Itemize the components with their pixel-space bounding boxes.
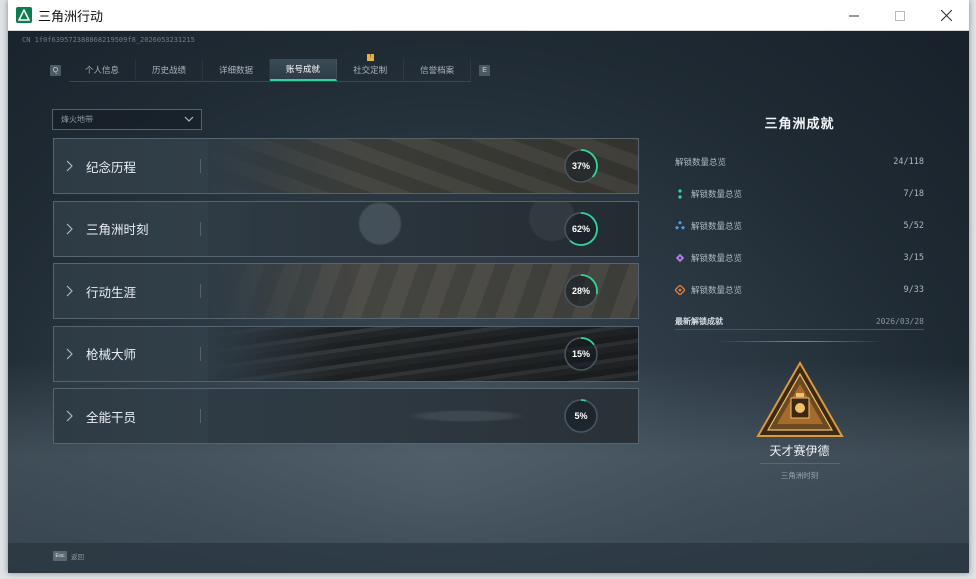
tab-label: 详细数据 xyxy=(219,64,254,75)
chevron-right-icon xyxy=(66,223,73,234)
title-bar[interactable]: 三角洲行动 xyxy=(8,0,969,31)
latest-unlock-header: 最新解锁成就 2026/03/28 xyxy=(675,314,924,330)
summary-value: 5/52 xyxy=(903,221,924,231)
latest-unlock-date: 2026/03/28 xyxy=(875,317,924,326)
summary-label: 解锁数量总览 xyxy=(691,189,743,199)
tab-label: 个人信息 xyxy=(85,64,120,75)
mode-filter-select[interactable]: 烽火地带 xyxy=(52,109,202,130)
summary-value: 7/18 xyxy=(903,189,924,199)
chevron-right-icon xyxy=(66,285,73,297)
bottom-bar: Esc 返回 xyxy=(8,543,969,573)
panel-title: 三角洲成就 xyxy=(764,116,835,131)
tier-green-icon xyxy=(677,189,683,199)
category-name: 行动生涯 xyxy=(86,285,137,300)
desktop-background-right xyxy=(968,0,976,579)
achievement-summary-panel: 三角洲成就 解锁数量总览 24/118 解锁数量总览 7/18 解锁数量总览 5… xyxy=(675,113,924,481)
tier-purple-icon xyxy=(675,253,685,263)
divider xyxy=(200,159,201,173)
category-name: 三角洲时刻 xyxy=(86,223,149,237)
latest-achievement-badge[interactable] xyxy=(755,360,845,440)
back-button[interactable]: Esc 返回 xyxy=(53,551,84,561)
divider xyxy=(200,221,201,236)
close-icon xyxy=(940,10,952,21)
category-row-operation-career[interactable]: 行动生涯 28% xyxy=(53,263,639,319)
minimize-icon xyxy=(849,15,859,16)
chevron-right-icon xyxy=(66,160,73,172)
achievement-badge-icon xyxy=(755,360,844,437)
progress-percent: 62% xyxy=(571,223,590,234)
tab-credit-record[interactable]: 信誉档案 xyxy=(404,58,472,81)
tab-match-history[interactable]: 历史战绩 xyxy=(136,58,204,81)
app-window: 三角洲行动 CN 1f0f639572388868219509f8_202605… xyxy=(8,0,969,573)
progress-percent: 28% xyxy=(571,286,590,296)
summary-value: 9/33 xyxy=(903,285,924,295)
summary-label: 解锁数量总览 xyxy=(675,157,727,167)
summary-tier-row: 解锁数量总览 7/18 xyxy=(675,178,924,210)
game-content: CN 1f0f639572388868219509f8_202605323121… xyxy=(8,31,969,573)
tab-prev-key[interactable]: Q xyxy=(50,64,61,76)
category-name: 枪械大师 xyxy=(86,348,137,362)
tier-blue-icon xyxy=(675,221,685,230)
build-id: CN 1f0f639572388868219509f8_202605323121… xyxy=(22,36,195,44)
latest-achievement-source: 三角洲时刻 xyxy=(780,471,819,480)
category-row-all-round-operator[interactable]: 全能干员 5% xyxy=(53,388,639,444)
tab-bar: Q 个人信息 历史战绩 详细数据 账号成就 ! 社交定制 信誉档案 E xyxy=(50,53,491,82)
summary-label: 解锁数量总览 xyxy=(691,221,743,231)
divider xyxy=(200,346,201,361)
summary-label: 解锁数量总览 xyxy=(691,253,743,263)
tab-social-custom[interactable]: ! 社交定制 xyxy=(337,53,405,81)
window-controls xyxy=(831,0,969,31)
progress-percent: 5% xyxy=(574,411,588,421)
chevron-right-icon xyxy=(66,348,73,359)
close-button[interactable] xyxy=(923,0,969,31)
summary-tier-row: 解锁数量总览 9/33 xyxy=(675,274,924,306)
chevron-right-icon xyxy=(66,410,73,422)
minimize-button[interactable] xyxy=(831,0,877,31)
tab-detailed-data[interactable]: 详细数据 xyxy=(203,58,271,81)
desktop-background-left xyxy=(0,0,8,579)
window-title: 三角洲行动 xyxy=(38,8,104,24)
maximize-button[interactable] xyxy=(877,0,923,31)
progress-percent: 15% xyxy=(571,348,590,359)
esc-key: Esc xyxy=(53,551,67,561)
category-name: 纪念历程 xyxy=(86,160,137,175)
tab-personal-info[interactable]: 个人信息 xyxy=(69,58,137,81)
tab-alert-badge: ! xyxy=(367,53,375,61)
latest-unlock-label: 最新解锁成就 xyxy=(675,317,723,326)
category-row-delta-moments[interactable]: 三角洲时刻 62% xyxy=(53,200,639,257)
tab-label: 账号成就 xyxy=(286,63,321,74)
tab-account-achievements[interactable]: 账号成就 xyxy=(270,58,338,81)
maximize-icon xyxy=(895,10,905,21)
latest-achievement-name: 天才赛伊德 xyxy=(769,444,830,458)
category-name: 全能干员 xyxy=(86,410,137,425)
summary-tier-row: 解锁数量总览 5/52 xyxy=(675,210,924,242)
app-logo-icon xyxy=(16,7,32,23)
mode-filter-value: 烽火地带 xyxy=(61,115,93,124)
tab-label: 社交定制 xyxy=(353,64,388,75)
divider xyxy=(200,409,201,423)
progress-percent: 37% xyxy=(571,161,590,171)
chevron-down-icon xyxy=(184,116,194,122)
summary-tier-row: 解锁数量总览 3/15 xyxy=(675,242,924,274)
summary-value: 24/118 xyxy=(893,157,924,167)
divider xyxy=(200,284,201,298)
divider xyxy=(714,341,885,342)
tab-label: 历史战绩 xyxy=(152,64,187,75)
summary-total-row: 解锁数量总览 24/118 xyxy=(675,146,924,178)
achievement-category-list: 纪念历程 37% 三角洲时刻 62% 行动生涯 28% 枪械大师 15% 全能干… xyxy=(53,138,639,451)
category-row-weapon-master[interactable]: 枪械大师 15% xyxy=(53,325,639,382)
summary-label: 解锁数量总览 xyxy=(691,285,743,295)
category-row-memorial[interactable]: 纪念历程 37% xyxy=(53,138,639,194)
summary-value: 3/15 xyxy=(903,253,924,263)
divider xyxy=(759,463,840,464)
tier-orange-icon xyxy=(675,285,685,295)
back-label: 返回 xyxy=(71,554,84,561)
tab-label: 信誉档案 xyxy=(420,64,455,75)
tab-list: 个人信息 历史战绩 详细数据 账号成就 ! 社交定制 信誉档案 xyxy=(69,53,472,82)
tab-next-key[interactable]: E xyxy=(479,64,491,76)
